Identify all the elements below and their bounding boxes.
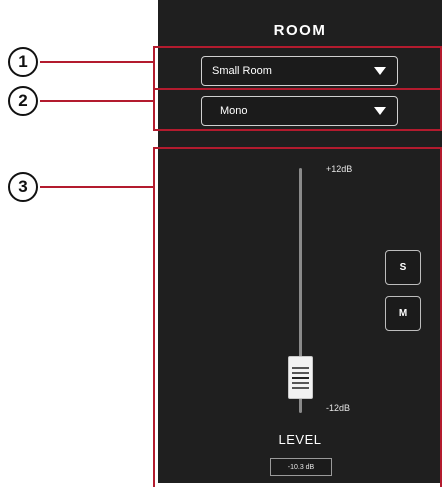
callout-line-1: [40, 61, 154, 63]
callout-number-1: 1: [8, 47, 38, 77]
callout-number-3: 3: [8, 172, 38, 202]
callout-number-2: 2: [8, 86, 38, 116]
callout-box-2: [153, 88, 442, 131]
panel-title: ROOM: [273, 22, 327, 39]
callout-line-2: [40, 100, 154, 102]
callout-line-3: [40, 186, 154, 188]
callout-box-3: [153, 147, 442, 487]
callout-box-1: [153, 46, 442, 90]
